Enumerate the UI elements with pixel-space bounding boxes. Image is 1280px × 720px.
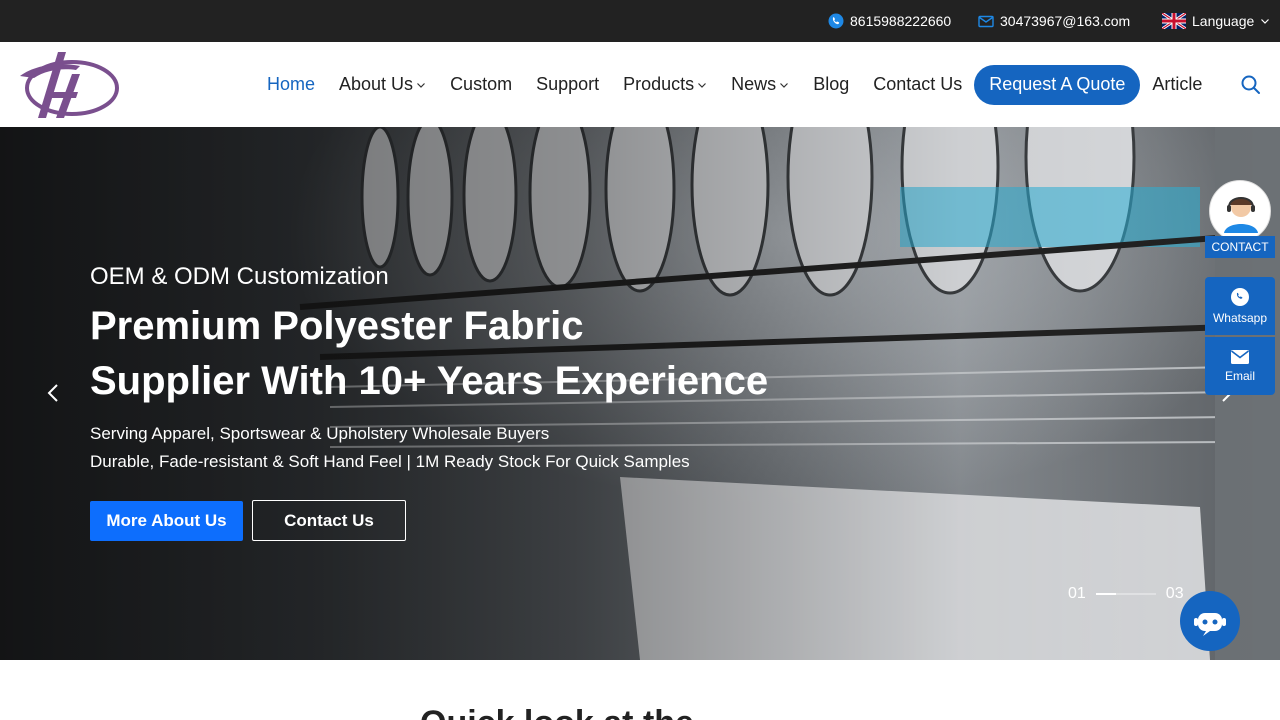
chatbot-button[interactable] — [1180, 591, 1240, 651]
support-agent-avatar — [1209, 180, 1271, 242]
nav-article-label: Article — [1152, 74, 1203, 94]
chevron-down-icon — [780, 82, 789, 88]
nav-about-us[interactable]: About Us — [327, 74, 438, 95]
whatsapp-button[interactable]: Whatsapp — [1205, 277, 1275, 335]
nav-blog[interactable]: Blog — [801, 74, 861, 95]
hero-title-line2: Supplier With 10+ Years Experience — [90, 359, 769, 403]
chevron-left-icon[interactable] — [44, 381, 64, 405]
nav-support[interactable]: Support — [524, 74, 611, 95]
more-about-us-button[interactable]: More About Us — [90, 501, 243, 541]
email-contact[interactable]: 30473967@163.com — [978, 0, 1130, 42]
nav-support-label: Support — [536, 74, 600, 94]
floating-contact[interactable]: CONTACT — [1205, 180, 1275, 262]
hero-description: Serving Apparel, Sportswear & Upholstery… — [90, 420, 690, 476]
nav-custom-label: Custom — [450, 74, 513, 94]
hero-slider: OEM & ODM Customization Premium Polyeste… — [0, 127, 1280, 660]
top-bar: 8615988222660 30473967@163.com Language — [0, 0, 1280, 42]
search-icon[interactable] — [1240, 74, 1262, 96]
email-address: 30473967@163.com — [1000, 13, 1131, 29]
uk-flag-icon — [1161, 11, 1187, 31]
contact-us-button[interactable]: Contact Us — [252, 500, 406, 541]
email-button[interactable]: Email — [1205, 337, 1275, 395]
phone-icon — [828, 13, 844, 29]
nav-home-label: Home — [267, 74, 316, 94]
chevron-down-icon — [417, 82, 425, 88]
nav-blog-label: Blog — [813, 74, 850, 94]
slide-pager[interactable]: 01 03 — [1068, 585, 1184, 603]
chevron-down-icon — [698, 82, 707, 88]
nav-products-label: Products — [623, 74, 695, 94]
nav-article[interactable]: Article — [1140, 74, 1214, 95]
mail-icon — [978, 13, 994, 29]
nav-news-label: News — [731, 74, 777, 94]
contact-label: CONTACT — [1205, 236, 1275, 258]
pager-total: 03 — [1165, 585, 1184, 602]
company-logo[interactable] — [16, 48, 122, 122]
email-label: Email — [1224, 369, 1255, 383]
mail-icon — [1231, 350, 1249, 364]
hero-desc-line2: Durable, Fade-resistant & Soft Hand Feel… — [90, 452, 690, 471]
nav-contact-us[interactable]: Contact Us — [861, 74, 974, 95]
whatsapp-label: Whatsapp — [1212, 311, 1268, 325]
hero-desc-line1: Serving Apparel, Sportswear & Upholstery… — [90, 424, 550, 443]
nav-products[interactable]: Products — [611, 74, 719, 95]
request-quote-button[interactable]: Request A Quote — [974, 64, 1141, 105]
hero-title-line1: Premium Polyester Fabric — [90, 304, 584, 348]
site-header: Home About Us Custom Support Products Ne… — [0, 42, 1280, 127]
phone-contact[interactable]: 8615988222660 — [828, 0, 951, 42]
language-label: Language — [1192, 13, 1255, 29]
hero-subtitle: OEM & ODM Customization — [90, 263, 389, 290]
nav-news[interactable]: News — [719, 74, 801, 95]
nav-contact-us-label: Contact Us — [873, 74, 963, 94]
chevron-down-icon — [1260, 13, 1270, 29]
phone-number: 8615988222660 — [850, 13, 952, 29]
pager-progress — [1095, 593, 1156, 595]
main-nav: Home About Us Custom Support Products Ne… — [255, 42, 1214, 127]
nav-about-us-label: About Us — [339, 74, 414, 94]
nav-custom[interactable]: Custom — [438, 74, 524, 95]
pager-current: 01 — [1068, 585, 1086, 602]
whatsapp-icon — [1231, 288, 1249, 306]
robot-chat-icon — [1194, 613, 1226, 636]
nav-home[interactable]: Home — [255, 74, 327, 95]
hero-title: Premium Polyester Fabric Supplier With 1… — [90, 299, 850, 409]
language-selector[interactable]: Language — [1161, 0, 1270, 42]
section-title: Quick look at the — [420, 704, 694, 720]
